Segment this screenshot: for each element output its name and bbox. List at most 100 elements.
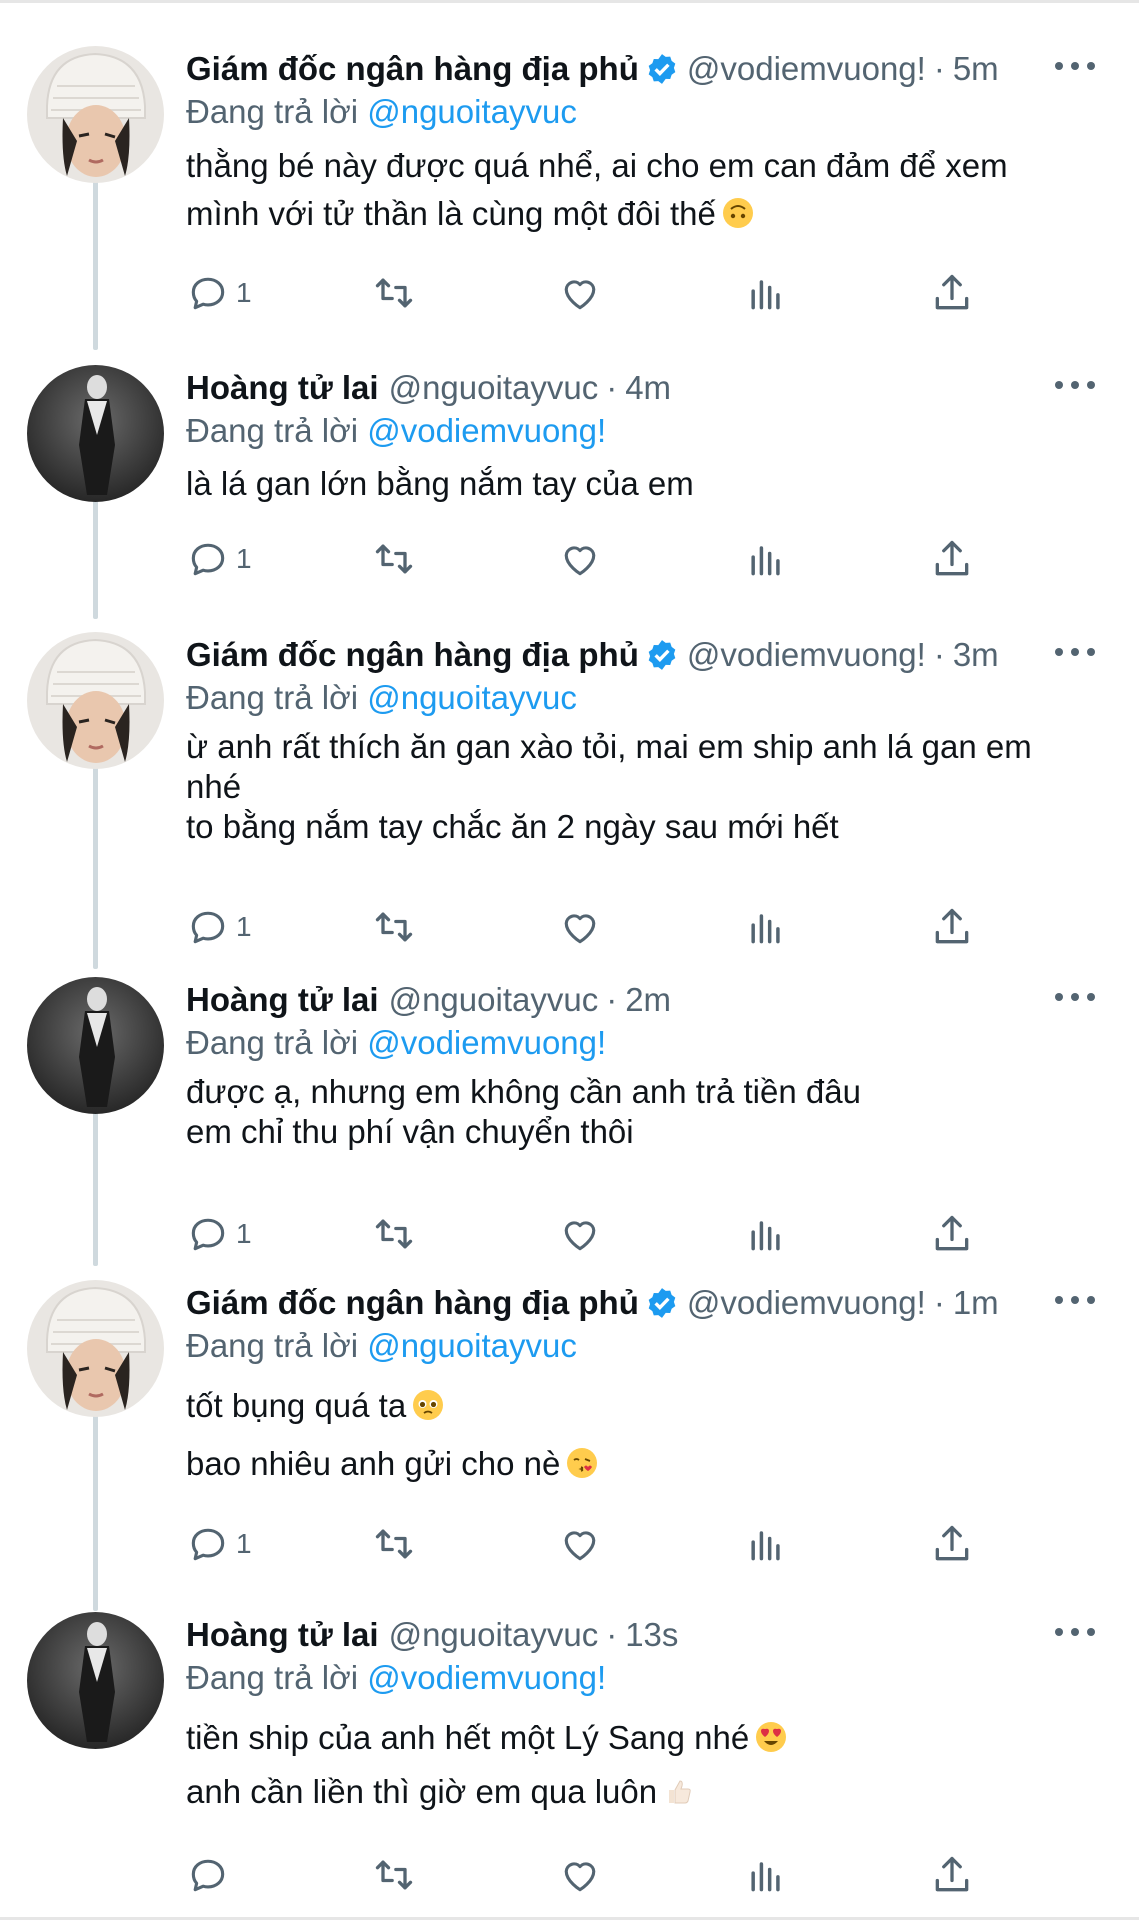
display-name[interactable]: Hoàng tử lai [186, 1612, 379, 1658]
separator-dot: · [933, 636, 945, 673]
views-button[interactable] [744, 1209, 788, 1259]
share-button[interactable] [930, 1850, 974, 1900]
reply-icon [191, 277, 225, 310]
user-handle[interactable]: @nguoitayvuc [389, 1612, 599, 1658]
retweet-button[interactable] [372, 902, 416, 952]
top-divider [0, 0, 1139, 3]
reply-button[interactable]: 1 [186, 1519, 252, 1569]
replying-to: Đang trả lời @vodiemvuong! [186, 1020, 606, 1066]
tweet-text-line: được ạ, nhưng em không cần anh trả tiền … [186, 1073, 861, 1110]
retweet-button[interactable] [372, 534, 416, 584]
tweet-text: tiền ship của anh hết một Lý Sang nhé an… [186, 1711, 1086, 1819]
tweet-text-line: anh cần liền thì giờ em qua luôn [186, 1765, 1086, 1819]
reply-to-handle-link[interactable]: @vodiemvuong! [367, 1659, 606, 1696]
user-handle[interactable]: @nguoitayvuc [389, 365, 599, 411]
display-name[interactable]: Hoàng tử lai [186, 365, 379, 411]
share-button[interactable] [930, 1209, 974, 1259]
replying-to: Đang trả lời @vodiemvuong! [186, 408, 606, 454]
display-name[interactable]: Giám đốc ngân hàng địa phủ [186, 632, 639, 678]
reply-button[interactable]: 1 [186, 268, 252, 318]
reply-to-handle-link[interactable]: @vodiemvuong! [367, 1024, 606, 1061]
verified-badge-icon [645, 638, 679, 672]
share-button[interactable] [930, 268, 974, 318]
share-button[interactable] [930, 534, 974, 584]
timestamp[interactable]: 13s [625, 1612, 678, 1658]
timestamp[interactable]: 2m [625, 977, 671, 1023]
views-button[interactable] [744, 1850, 788, 1900]
more-icon[interactable] [1055, 1620, 1095, 1644]
heart-icon [564, 1862, 596, 1892]
avatar[interactable] [27, 1612, 164, 1749]
user-handle[interactable]: @vodiemvuong! [687, 46, 926, 92]
action-bar: 1 [186, 1519, 1016, 1569]
action-bar: 1 [186, 268, 1016, 318]
display-name[interactable]: Giám đốc ngân hàng địa phủ [186, 46, 639, 92]
retweet-icon [375, 912, 413, 942]
retweet-icon [375, 278, 413, 308]
timestamp[interactable]: 1m [953, 1280, 999, 1326]
views-button[interactable] [744, 1519, 788, 1569]
display-name[interactable]: Hoàng tử lai [186, 977, 379, 1023]
like-button[interactable] [558, 1209, 602, 1259]
reply-to-handle-link[interactable]: @nguoitayvuc [367, 1327, 577, 1364]
reply-to-handle-link[interactable]: @nguoitayvuc [367, 93, 577, 130]
tweet-text-line: nhé [186, 768, 242, 805]
reply-button[interactable] [186, 1850, 236, 1900]
share-button[interactable] [930, 902, 974, 952]
display-name[interactable]: Giám đốc ngân hàng địa phủ [186, 1280, 639, 1326]
reply-button[interactable]: 1 [186, 1209, 252, 1259]
thread-connector [93, 497, 98, 619]
timestamp[interactable]: 4m [625, 365, 671, 411]
action-bar: 1 [186, 902, 1016, 952]
thumbs-up-emoji [663, 1775, 695, 1807]
views-icon [751, 1531, 780, 1561]
views-button[interactable] [744, 902, 788, 952]
retweet-icon [375, 544, 413, 574]
kissing-face-emoji [566, 1447, 598, 1479]
avatar[interactable] [27, 46, 164, 183]
separator-dot: · [933, 50, 945, 87]
like-button[interactable] [558, 1519, 602, 1569]
retweet-button[interactable] [372, 1209, 416, 1259]
retweet-button[interactable] [372, 268, 416, 318]
reply-to-handle-link[interactable]: @nguoitayvuc [367, 679, 577, 716]
views-button[interactable] [744, 534, 788, 584]
timestamp[interactable]: 3m [953, 632, 999, 678]
reply-button[interactable]: 1 [186, 902, 252, 952]
avatar[interactable] [27, 365, 164, 502]
user-handle[interactable]: @vodiemvuong! [687, 1280, 926, 1326]
separator-dot: · [606, 1616, 618, 1653]
tweet-text-line: mình với tử thần là cùng một đôi thế [186, 190, 1086, 238]
retweet-button[interactable] [372, 1850, 416, 1900]
like-button[interactable] [558, 534, 602, 584]
heart-icon [564, 1531, 596, 1561]
user-handle[interactable]: @nguoitayvuc [389, 977, 599, 1023]
like-button[interactable] [558, 1850, 602, 1900]
share-button[interactable] [930, 1519, 974, 1569]
reply-to-handle-link[interactable]: @vodiemvuong! [367, 412, 606, 449]
like-button[interactable] [558, 902, 602, 952]
more-icon[interactable] [1055, 640, 1095, 664]
more-icon[interactable] [1055, 373, 1095, 397]
more-icon[interactable] [1055, 985, 1095, 1009]
like-button[interactable] [558, 268, 602, 318]
views-button[interactable] [744, 268, 788, 318]
more-icon[interactable] [1055, 1288, 1095, 1312]
tweet-text-line: bao nhiêu anh gửi cho nè [186, 1435, 1086, 1493]
views-icon [751, 914, 780, 944]
replying-to-label: Đang trả lời [186, 1659, 359, 1696]
avatar[interactable] [27, 632, 164, 769]
user-handle[interactable]: @vodiemvuong! [687, 632, 926, 678]
share-icon [935, 908, 969, 944]
more-icon[interactable] [1055, 54, 1095, 78]
avatar[interactable] [27, 977, 164, 1114]
timestamp[interactable]: 5m [953, 46, 999, 92]
avatar[interactable] [27, 1280, 164, 1417]
reply-button[interactable]: 1 [186, 534, 252, 584]
reply-icon [191, 911, 225, 944]
upside-down-face-emoji [722, 197, 754, 229]
share-icon [935, 1215, 969, 1251]
tweet-header: Hoàng tử lai @nguoitayvuc · 13s [186, 1612, 678, 1658]
tweet-text-line: ừ anh rất thích ăn gan xào tỏi, mai em s… [186, 728, 1032, 765]
retweet-button[interactable] [372, 1519, 416, 1569]
